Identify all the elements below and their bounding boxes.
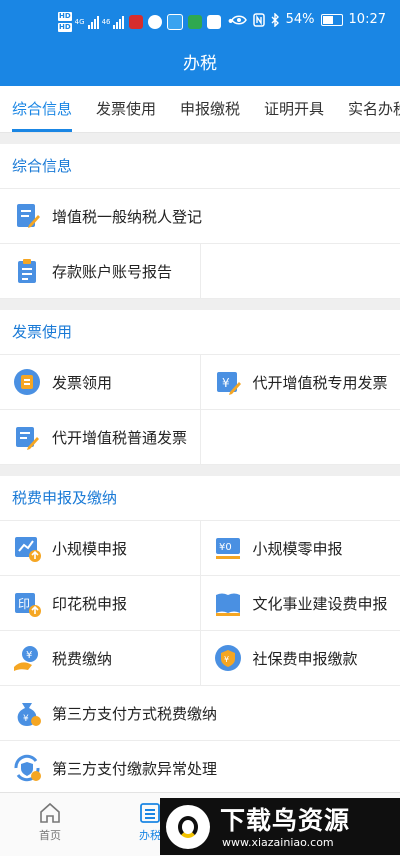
menu-item-deposit-account-report[interactable]: 存款账户账号报告 (0, 244, 200, 298)
menu-item-vat-registration[interactable]: 增值税一般纳税人登记 (0, 189, 400, 243)
section-title: 税费申报及缴纳 (0, 476, 400, 521)
section-title: 综合信息 (0, 144, 400, 189)
tab-invoice-use[interactable]: 发票使用 (96, 86, 156, 132)
network-4g-label: 4G (75, 18, 85, 26)
menu-item-invoice-receive[interactable]: 发票领用 (0, 355, 200, 409)
status-icons-left: HDHD 4G 46 • (58, 10, 235, 34)
section-title: 发票使用 (0, 310, 400, 355)
refresh-shield-icon (12, 753, 42, 783)
empty-cell (200, 244, 400, 298)
document-edit-icon (12, 422, 42, 452)
bluetooth-icon (271, 13, 280, 27)
shield-badge-icon: ¥ (213, 643, 243, 673)
app-notification-icon-3 (188, 15, 202, 29)
menu-item-culture-fee-filing[interactable]: 文化事业建设费申报 (200, 576, 400, 630)
menu-item-stamp-tax-filing[interactable]: 印 印花税申报 (0, 576, 200, 630)
menu-item-third-party-payment-exception[interactable]: 第三方支付缴款异常处理 (0, 741, 400, 795)
section-invoice-use: 发票使用 发票领用 ¥ 代开增值税专用发票 代开增值 (0, 310, 400, 465)
watermark-logo-icon (166, 805, 210, 849)
menu-item-social-security-filing[interactable]: ¥ 社保费申报缴款 (200, 631, 400, 685)
hd-indicator: HDHD (58, 11, 72, 33)
svg-text:¥: ¥ (23, 714, 29, 724)
watermark-title: 下载鸟资源 (220, 801, 350, 837)
tab-tax-filing[interactable]: 申报缴税 (180, 86, 240, 132)
battery-percent: 54% (286, 12, 315, 27)
app-notification-icon-4 (207, 15, 221, 29)
signal-icon (88, 15, 99, 29)
watermark-banner: 下载鸟资源 www.xiazainiao.com (160, 798, 400, 855)
menu-item-third-party-payment[interactable]: ¥ 第三方支付方式税费缴纳 (0, 686, 400, 740)
svg-text:¥0: ¥0 (219, 542, 232, 553)
svg-text:¥: ¥ (222, 376, 230, 390)
category-tabs: 综合信息 发票使用 申报缴税 证明开具 实名办税 (0, 86, 400, 133)
page-title: 办税 (0, 44, 400, 86)
stamp-tax-icon: 印 (12, 588, 42, 618)
nav-home[interactable]: 首页 (20, 801, 80, 843)
tab-certificates[interactable]: 证明开具 (264, 86, 324, 132)
money-bag-icon: ¥ (12, 698, 42, 728)
status-bar: HDHD 4G 46 • 54% 10:27 (0, 0, 400, 44)
app-notification-icon (129, 15, 143, 29)
empty-cell (200, 410, 400, 464)
edit-document-icon (12, 201, 42, 231)
nfc-icon (253, 13, 265, 27)
home-icon (38, 801, 62, 825)
menu-item-special-vat-invoice[interactable]: ¥ 代开增值税专用发票 (200, 355, 400, 409)
clipboard-icon (12, 256, 42, 286)
menu-item-tax-payment[interactable]: ¥ 税费缴纳 (0, 631, 200, 685)
coin-hand-icon: ¥ (12, 643, 42, 673)
yen-zero-icon: ¥0 (213, 533, 243, 563)
signal-icon-2 (113, 15, 124, 29)
app-notification-icon-2 (167, 14, 183, 30)
message-icon (148, 15, 162, 29)
section-tax-filing: 税费申报及缴纳 小规模申报 ¥0 小规模零申报 印 印 (0, 476, 400, 796)
network-46-label: 46 (102, 18, 111, 26)
clock: 10:27 (349, 12, 386, 27)
tab-real-name[interactable]: 实名办税 (348, 86, 400, 132)
menu-item-small-scale-filing[interactable]: 小规模申报 (0, 521, 200, 575)
svg-text:印: 印 (18, 597, 30, 611)
menu-item-small-scale-zero-filing[interactable]: ¥0 小规模零申报 (200, 521, 400, 575)
status-icons-right: 54% 10:27 (231, 12, 386, 27)
yen-invoice-icon: ¥ (213, 367, 243, 397)
tab-general-info[interactable]: 综合信息 (12, 86, 72, 132)
list-icon (138, 801, 162, 825)
battery-icon (321, 14, 343, 26)
eye-icon (231, 14, 247, 26)
svg-text:¥: ¥ (224, 655, 229, 664)
chart-upload-icon (12, 533, 42, 563)
watermark-url: www.xiazainiao.com (222, 836, 334, 849)
menu-item-general-vat-invoice[interactable]: 代开增值税普通发票 (0, 410, 200, 464)
book-icon (213, 588, 243, 618)
section-general-info: 综合信息 增值税一般纳税人登记 存款账户账号报告 (0, 144, 400, 299)
invoice-receive-icon (12, 367, 42, 397)
svg-text:¥: ¥ (26, 650, 32, 661)
